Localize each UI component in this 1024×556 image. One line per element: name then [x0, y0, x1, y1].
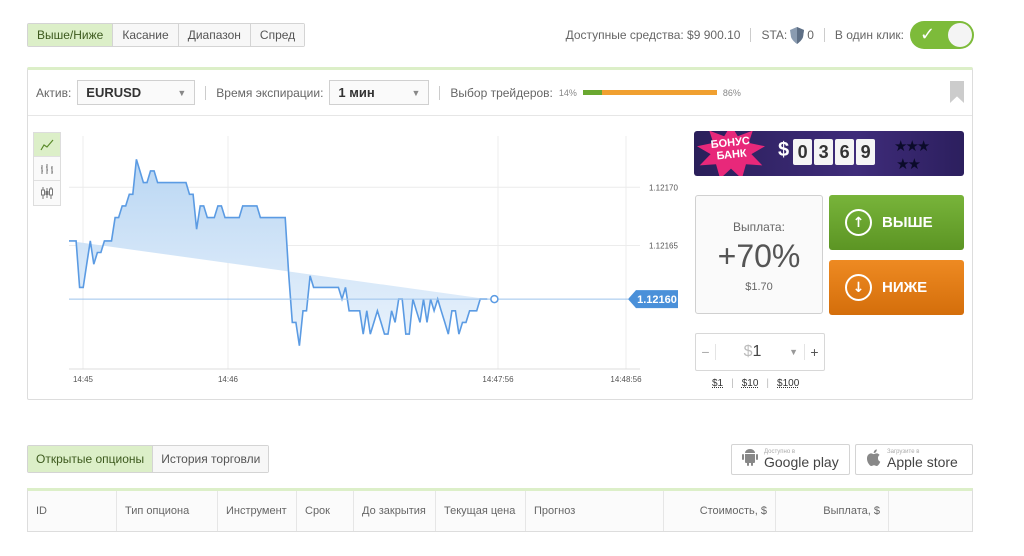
- y-tick-label: 1.12170: [649, 183, 678, 192]
- apple-icon: [866, 448, 881, 471]
- payout-percent: +70%: [717, 238, 801, 274]
- stake-currency: $: [743, 343, 753, 360]
- available-funds: Доступные средства: $9 900.10: [565, 28, 741, 42]
- google-play-button[interactable]: Доступно в Google play: [731, 444, 850, 475]
- bonus-currency: $: [778, 139, 790, 161]
- positions-tabs: Открытые опционы История торговли: [27, 445, 270, 473]
- divider: [439, 85, 441, 100]
- chevron-down-icon[interactable]: ▼: [789, 347, 798, 357]
- col-cost[interactable]: Стоимость, $: [664, 491, 776, 531]
- traders-choice-label: Выбор трейдеров:: [450, 85, 553, 100]
- asset-select[interactable]: EURUSD ▼: [77, 80, 196, 105]
- chevron-down-icon: ▼: [411, 87, 421, 98]
- sta-value: 0: [807, 28, 814, 42]
- arrow-up-icon: ↑: [845, 209, 872, 236]
- increase-stake-button[interactable]: +: [804, 344, 824, 360]
- chevron-down-icon: ▼: [177, 87, 187, 98]
- options-table-header: ID Тип опциона Инструмент Срок До закрыт…: [27, 488, 973, 532]
- col-option-type[interactable]: Тип опциона: [117, 491, 218, 531]
- bonus-bank-banner[interactable]: БОНУС БАНК $ 0 3 6 9 ★★★ ★★: [694, 131, 964, 176]
- trading-panel: Актив: EURUSD ▼ Время экспирации: 1 мин …: [27, 67, 973, 400]
- col-actions: [889, 491, 972, 531]
- col-instrument[interactable]: Инструмент: [218, 491, 297, 531]
- payout-label: Выплата:: [733, 220, 785, 234]
- stake-input[interactable]: $1: [716, 343, 789, 361]
- payout-amount: $1.70: [745, 281, 773, 293]
- current-price-label: 1.12160: [637, 294, 677, 306]
- trade-toolbar: Актив: EURUSD ▼ Время экспирации: 1 мин …: [28, 70, 972, 116]
- divider: [750, 28, 752, 42]
- sentiment-up-fill: [582, 90, 602, 95]
- asset-label: Актив:: [36, 85, 72, 100]
- apple-store-button[interactable]: Загрузите в Apple store: [855, 444, 973, 475]
- apple-store-label: Apple store: [887, 454, 958, 470]
- x-tick-label: 14:47:56: [482, 375, 514, 384]
- put-button-label: НИЖЕ: [882, 279, 928, 296]
- col-time-to-close[interactable]: До закрытия: [354, 491, 436, 531]
- traders-down-pct: 86%: [722, 87, 741, 98]
- android-icon: [742, 448, 758, 471]
- one-click-toggle[interactable]: ✓: [910, 21, 974, 49]
- bonus-digit: 9: [856, 139, 876, 165]
- bonus-digit: 3: [814, 139, 834, 165]
- col-id[interactable]: ID: [28, 491, 117, 531]
- tab-spread[interactable]: Спред: [250, 24, 305, 46]
- expiry-label: Время экспирации:: [216, 85, 324, 100]
- decrease-stake-button[interactable]: −: [696, 344, 716, 360]
- divider: [823, 28, 825, 42]
- quick-stake-1[interactable]: $1: [712, 378, 723, 389]
- sentiment-down-fill: [601, 90, 717, 95]
- expiry-select[interactable]: 1 мин ▼: [329, 80, 430, 105]
- col-term[interactable]: Срок: [297, 491, 354, 531]
- stake-stepper: − $1 ▼ +: [695, 333, 825, 371]
- stake-value: 1: [752, 343, 762, 360]
- y-tick-label: 1.12165: [649, 242, 678, 251]
- account-bar: Доступные средства: $9 900.10 STA: 0 В о…: [565, 21, 974, 49]
- one-click-label: В один клик:: [834, 28, 904, 42]
- call-button[interactable]: ↑ ВЫШЕ: [829, 195, 964, 250]
- shield-icon: [790, 26, 805, 44]
- bonus-digit: 6: [835, 139, 855, 165]
- bonus-digit: 0: [793, 139, 813, 165]
- traders-sentiment-bar: 14% 86%: [559, 88, 741, 98]
- tab-high-low[interactable]: Выше/Ниже: [28, 24, 114, 46]
- sta-label: STA:: [761, 28, 788, 42]
- google-play-label: Google play: [764, 454, 839, 470]
- call-button-label: ВЫШЕ: [882, 214, 933, 231]
- toggle-knob: [948, 23, 972, 47]
- quick-stake-links: $1 | $10 | $100: [712, 378, 799, 389]
- quick-stake-10[interactable]: $10: [742, 378, 759, 389]
- arrow-down-icon: ↓: [845, 274, 872, 301]
- tab-touch[interactable]: Касание: [113, 24, 179, 46]
- divider: |: [731, 378, 734, 389]
- tab-trade-history[interactable]: История торговли: [153, 446, 269, 472]
- col-current-price[interactable]: Текущая цена: [436, 491, 526, 531]
- divider: [205, 85, 207, 100]
- tab-range[interactable]: Диапазон: [178, 24, 251, 46]
- col-payout[interactable]: Выплата, $: [776, 491, 889, 531]
- asset-value: EURUSD: [86, 85, 142, 100]
- bookmark-icon[interactable]: [950, 81, 964, 103]
- check-icon: ✓: [920, 24, 936, 45]
- x-tick-label: 14:45: [73, 375, 94, 384]
- x-tick-label: 14:46: [218, 375, 239, 384]
- current-price-dot: [490, 294, 499, 304]
- x-tick-label: 14:48:56: [610, 375, 642, 384]
- divider: |: [766, 378, 770, 389]
- stars-icon: ★★★ ★★: [894, 138, 930, 173]
- bonus-counter: $ 0 3 6 9: [778, 139, 877, 165]
- quick-stake-100[interactable]: $100: [777, 378, 799, 389]
- traders-up-pct: 14%: [558, 87, 577, 98]
- option-type-tabs: Выше/Ниже Касание Диапазон Спред: [27, 23, 306, 47]
- tab-open-options[interactable]: Открытые опционы: [28, 446, 154, 472]
- payout-box: Выплата: +70% $1.70: [695, 195, 823, 314]
- expiry-value: 1 мин: [338, 85, 375, 100]
- put-button[interactable]: ↓ НИЖЕ: [829, 260, 964, 315]
- price-chart[interactable]: 1.12160 1.12170 1.12165 14:45 14:46 14:47:56 1…: [28, 116, 688, 401]
- col-forecast[interactable]: Прогноз: [526, 491, 664, 531]
